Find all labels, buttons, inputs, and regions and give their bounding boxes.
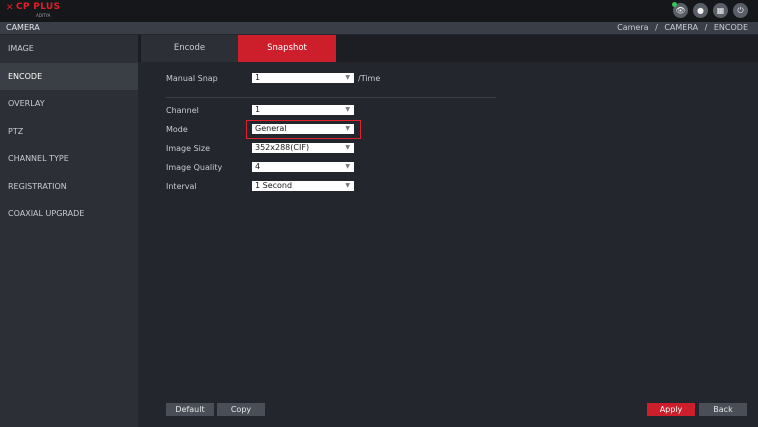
interval-label: Interval [166,182,197,191]
default-button[interactable]: Default [166,403,214,416]
brand-name: CP PLUS [16,2,61,12]
brand-mark-icon: ✕ [6,3,14,13]
image-size-value: 352x288(CIF) [255,143,310,152]
manual-snap-value: 1 [255,73,261,82]
breadcrumb-item-camera-section[interactable]: CAMERA [664,23,698,32]
power-icon[interactable]: ⏻ [733,3,748,18]
mode-label: Mode [166,125,188,134]
brand-logo: ✕ CP PLUS ADITYA [6,2,66,20]
tab-snapshot[interactable]: Snapshot [238,35,336,62]
sidebar-item-overlay[interactable]: OVERLAY [0,90,138,118]
title-bar: CAMERA Camera / CAMERA / ENCODE [0,22,758,34]
sidebar-item-encode[interactable]: ENCODE [0,62,138,90]
main-panel: Encode Snapshot Manual Snap 1 ▼ /Time Ch… [138,35,758,427]
image-quality-label: Image Quality [166,163,223,172]
eye-icon[interactable]: 👁 [672,2,688,18]
sidebar: IMAGE ENCODE OVERLAY PTZ CHANNEL TYPE RE… [0,35,138,427]
chevron-down-icon: ▼ [345,125,350,132]
chevron-down-icon: ▼ [345,106,350,113]
breadcrumb: Camera / CAMERA / ENCODE [615,23,750,32]
manual-snap-select[interactable]: 1 ▼ [252,73,354,83]
channel-select[interactable]: 1 ▼ [252,105,354,115]
tab-encode[interactable]: Encode [141,35,238,62]
interval-select[interactable]: 1 Second ▼ [252,181,354,191]
sidebar-item-channel-type[interactable]: CHANNEL TYPE [0,145,138,173]
breadcrumb-item-encode: ENCODE [713,23,748,32]
mode-value: General [255,124,287,133]
chevron-down-icon: ▼ [345,74,350,81]
breadcrumb-separator: / [704,23,708,32]
top-icons: 👁 ● ▦ ⏻ [672,2,748,18]
chevron-down-icon: ▼ [345,144,350,151]
image-quality-select[interactable]: 4 ▼ [252,162,354,172]
chevron-down-icon: ▼ [345,163,350,170]
section-divider [166,97,496,98]
user-icon[interactable]: ● [693,3,708,18]
interval-value: 1 Second [255,181,293,190]
sidebar-item-ptz[interactable]: PTZ [0,118,138,146]
channel-value: 1 [255,105,261,114]
top-bar: ✕ CP PLUS ADITYA 👁 ● ▦ ⏻ [0,0,758,22]
manual-snap-unit: /Time [358,74,381,83]
copy-button[interactable]: Copy [217,403,265,416]
apply-button[interactable]: Apply [647,403,695,416]
manual-snap-label: Manual Snap [166,74,218,83]
page-title: CAMERA [6,23,40,32]
tab-bar: Encode Snapshot [138,35,758,62]
channel-label: Channel [166,106,199,115]
back-button[interactable]: Back [699,403,747,416]
sidebar-item-registration[interactable]: REGISTRATION [0,173,138,201]
status-dot [672,2,677,7]
breadcrumb-item-camera[interactable]: Camera [617,23,648,32]
image-size-select[interactable]: 352x288(CIF) ▼ [252,143,354,153]
image-size-label: Image Size [166,144,211,153]
sidebar-item-image[interactable]: IMAGE [0,35,138,63]
brand-subtitle: ADITYA [36,13,51,18]
breadcrumb-separator: / [655,23,658,32]
image-quality-value: 4 [255,162,261,171]
chevron-down-icon: ▼ [345,182,350,189]
mode-select[interactable]: General ▼ [252,124,354,134]
sidebar-item-coaxial-upgrade[interactable]: COAXIAL UPGRADE [0,200,138,228]
grid-icon[interactable]: ▦ [713,3,728,18]
